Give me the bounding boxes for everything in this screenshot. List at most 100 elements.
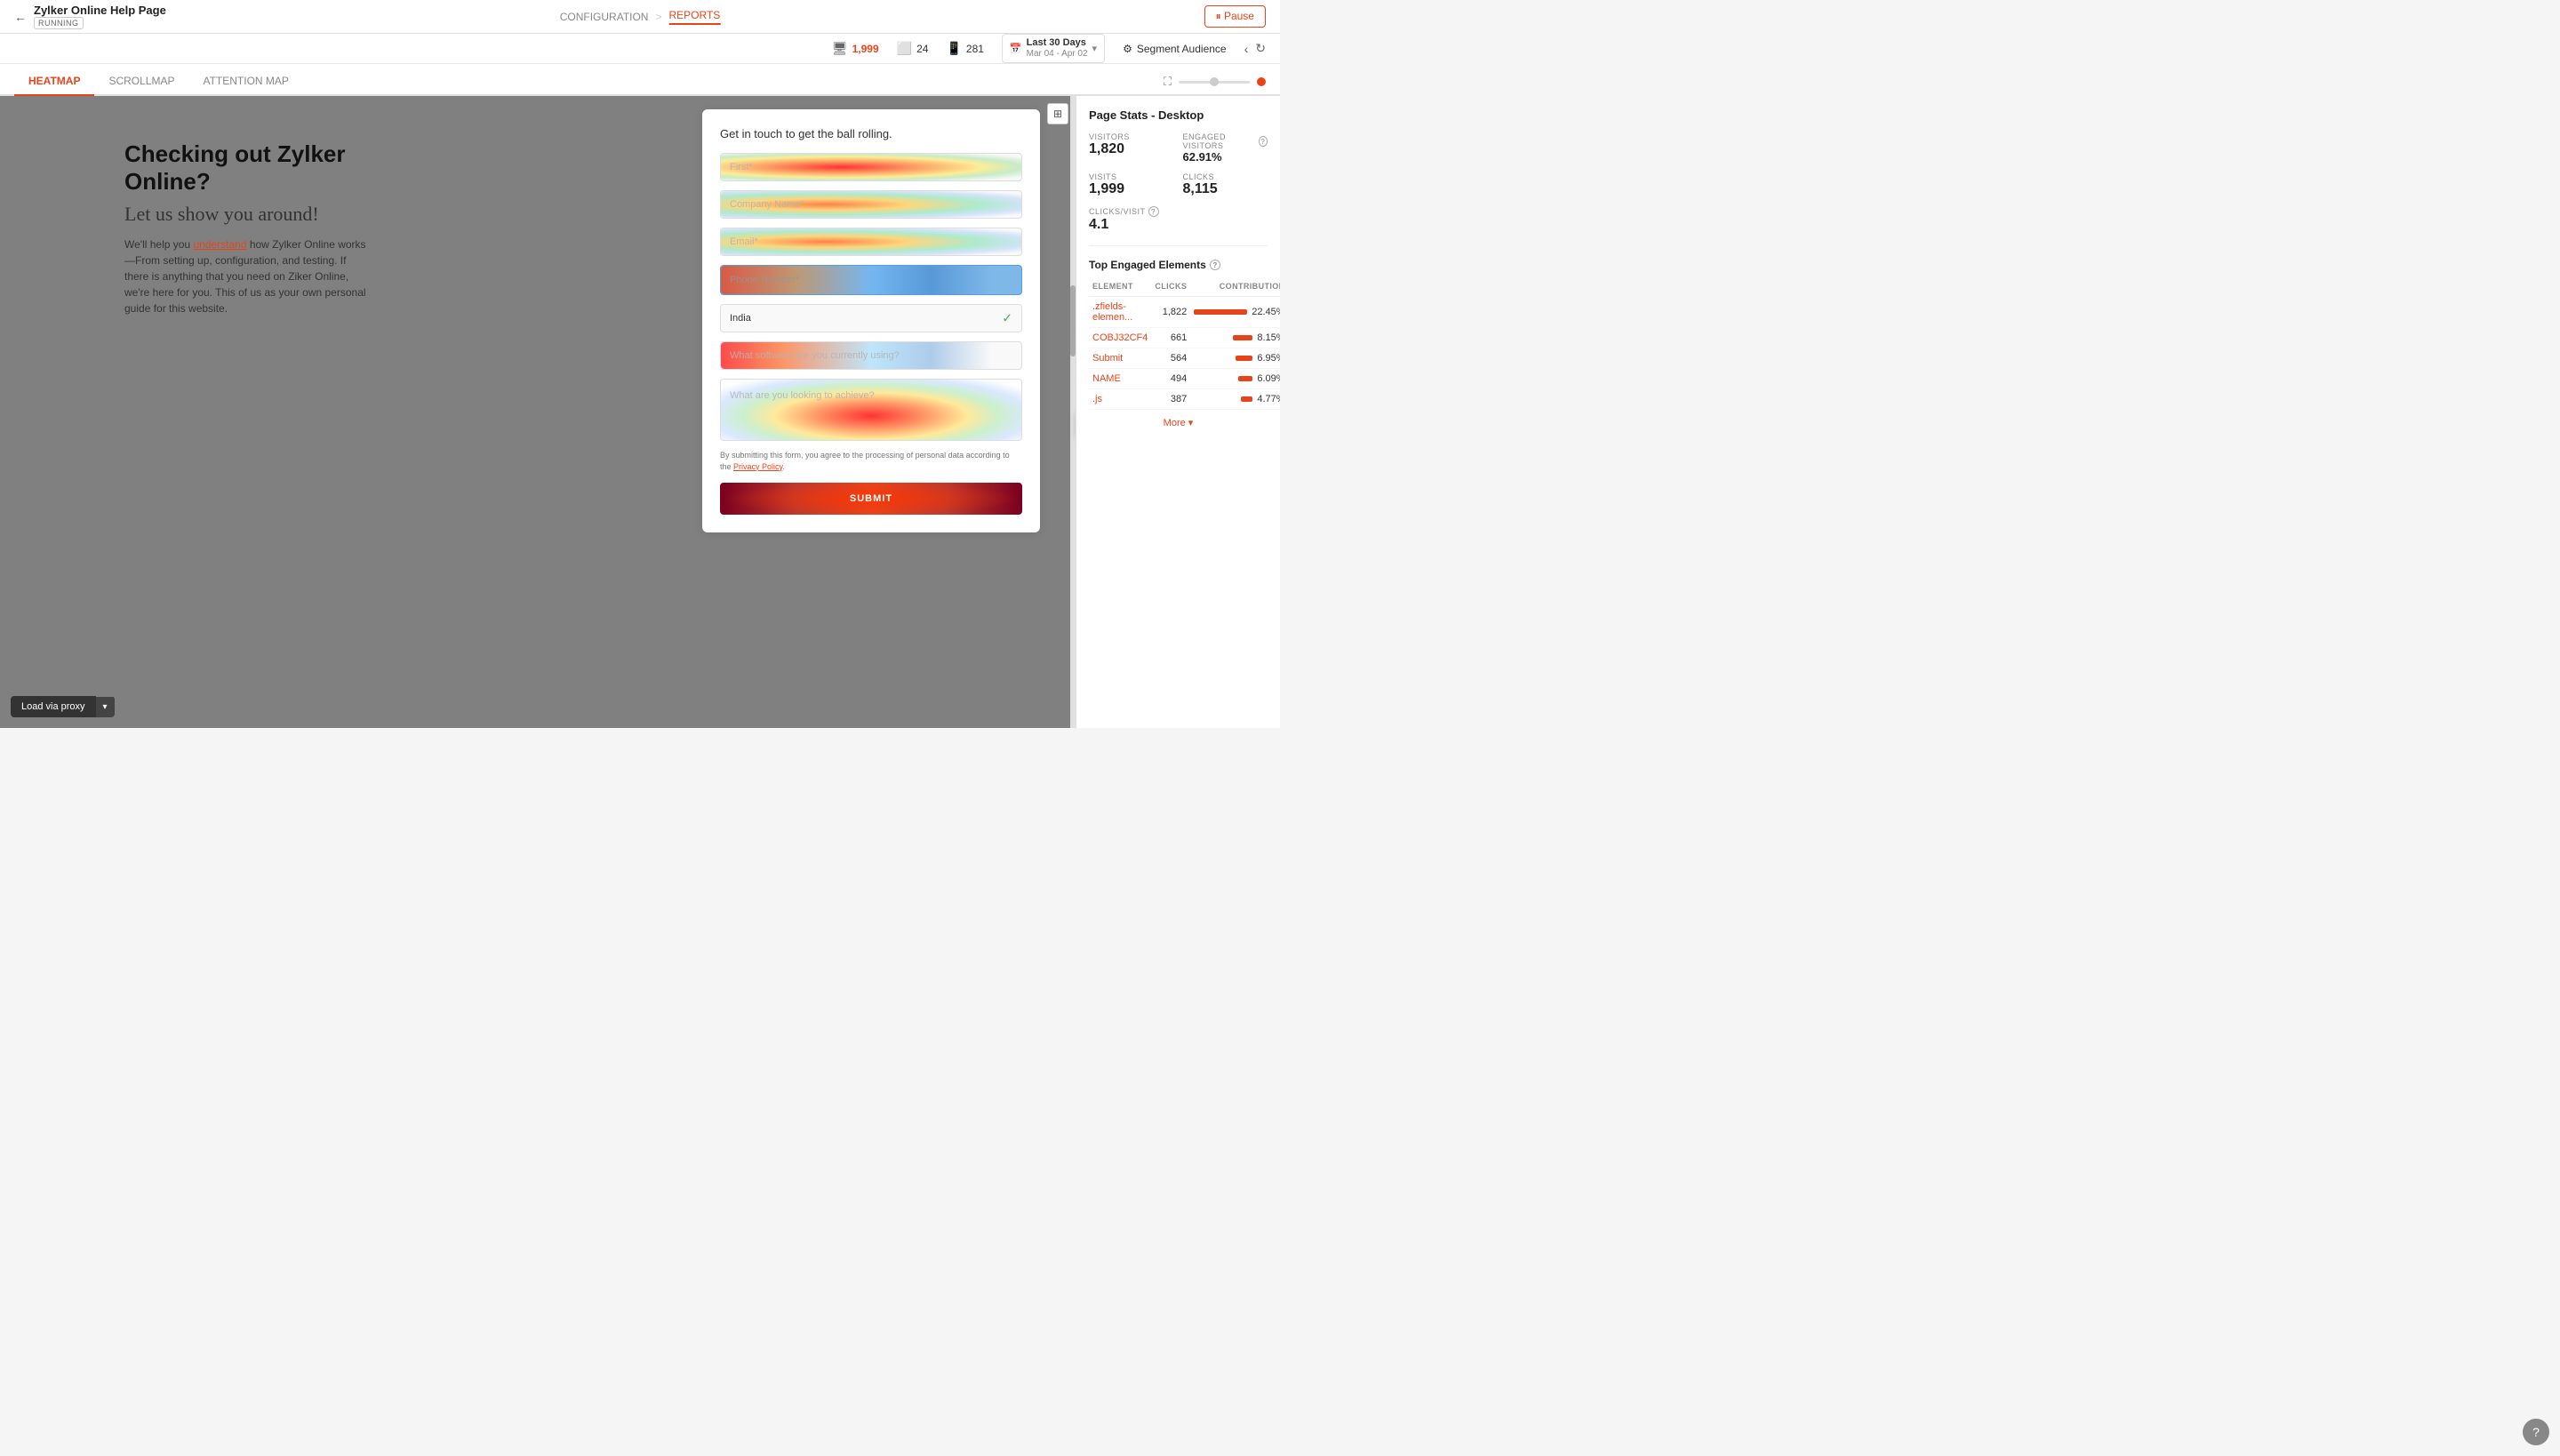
form-title: Get in touch to get the ball rolling. bbox=[720, 127, 1022, 140]
heatmap-overlay-firstname bbox=[721, 154, 1021, 180]
submit-button-area[interactable]: SUBMIT bbox=[720, 483, 1022, 515]
stat-engaged-visitors: ENGAGED VISITORS ? 62.91% bbox=[1183, 132, 1268, 164]
top-engaged-title: Top Engaged Elements ? bbox=[1089, 259, 1268, 271]
engaged-element-0[interactable]: .zfields-elemen... bbox=[1089, 297, 1151, 328]
engaged-clicks-1: 661 bbox=[1151, 328, 1190, 348]
engaged-clicks-3: 494 bbox=[1151, 369, 1190, 389]
stat-visits: VISITS 1,999 bbox=[1089, 172, 1174, 197]
engaged-element-2[interactable]: Submit bbox=[1089, 348, 1151, 369]
nav-prev-button[interactable]: ‹ bbox=[1244, 42, 1249, 56]
clicks-per-visit-help-icon[interactable]: ? bbox=[1148, 206, 1159, 217]
clicks-value: 8,115 bbox=[1183, 181, 1268, 197]
engaged-contribution-0: 22.45% bbox=[1190, 297, 1280, 328]
nav-configuration[interactable]: CONFIGURATION bbox=[560, 11, 649, 23]
form-field-achieve[interactable]: What are you looking to achieve? bbox=[720, 379, 1022, 441]
heatmap-overlay-email bbox=[721, 228, 1021, 255]
clicks-label: CLICKS bbox=[1183, 172, 1268, 181]
engaged-clicks-2: 564 bbox=[1151, 348, 1190, 369]
running-badge: RUNNING bbox=[34, 17, 84, 29]
calendar-icon: 📅 bbox=[1010, 43, 1022, 54]
tab-bar-right: ⛶ bbox=[1164, 75, 1266, 94]
contrib-pct-0: 22.45% bbox=[1252, 307, 1280, 317]
mobile-stat: 📱 281 bbox=[946, 41, 983, 56]
top-engaged-section: Top Engaged Elements ? ELEMENT CLICKS CO… bbox=[1089, 259, 1268, 428]
date-dropdown-icon: ▾ bbox=[1092, 43, 1098, 54]
nav-reports[interactable]: REPORTS bbox=[669, 9, 721, 25]
col-clicks: CLICKS bbox=[1151, 280, 1190, 297]
page-preview: ⊞ Checking out Zylker Online? Let us sho… bbox=[0, 96, 1076, 728]
page-left-content: Checking out Zylker Online? Let us show … bbox=[124, 140, 373, 316]
nav-refresh-button[interactable]: ↻ bbox=[1255, 41, 1266, 56]
segment-audience-button[interactable]: ⚙ Segment Audience bbox=[1123, 43, 1227, 55]
tab-attention-map[interactable]: ATTENTION MAP bbox=[188, 68, 302, 96]
more-link[interactable]: More ▾ bbox=[1089, 417, 1268, 428]
help-button[interactable]: ? bbox=[2523, 1419, 2549, 1445]
load-proxy-caret[interactable]: ▾ bbox=[96, 697, 115, 717]
load-proxy-label[interactable]: Load via proxy bbox=[11, 696, 96, 717]
form-field-company[interactable]: Company Name* bbox=[720, 190, 1022, 219]
visits-value: 1,999 bbox=[1089, 181, 1174, 197]
fullscreen-icon[interactable]: ⛶ bbox=[1164, 75, 1172, 89]
desktop-icon: 🖥 bbox=[832, 41, 848, 56]
form-field-email[interactable]: Email* bbox=[720, 228, 1022, 256]
contrib-pct-2: 6.95% bbox=[1257, 353, 1280, 364]
date-range-button[interactable]: 📅 Last 30 Days Mar 04 - Apr 02 ▾ bbox=[1002, 34, 1105, 63]
engaged-visitors-help-icon[interactable]: ? bbox=[1259, 136, 1268, 147]
privacy-policy-link[interactable]: Privacy Policy bbox=[733, 462, 782, 471]
stat-visitors: VISITORS 1,820 bbox=[1089, 132, 1174, 164]
engaged-element-1[interactable]: COBJ32CF4 bbox=[1089, 328, 1151, 348]
engaged-contribution-3: 6.09% bbox=[1190, 369, 1280, 389]
tab-bar: HEATMAP SCROLLMAP ATTENTION MAP ⛶ bbox=[0, 64, 1280, 96]
tablet-icon: ⬜ bbox=[897, 41, 912, 56]
engaged-clicks-0: 1,822 bbox=[1151, 297, 1190, 328]
engaged-element-3[interactable]: NAME bbox=[1089, 369, 1151, 389]
pause-button[interactable]: ⏸ Pause bbox=[1204, 5, 1266, 28]
zoom-controls bbox=[1179, 81, 1250, 84]
sidebar-title: Page Stats - Desktop bbox=[1089, 108, 1268, 122]
back-button[interactable]: ← bbox=[14, 10, 27, 24]
nav-icon-buttons: ‹ ↻ bbox=[1244, 41, 1266, 56]
scrollbar-thumb bbox=[1070, 285, 1076, 356]
col-contribution: CONTRIBUTION bbox=[1190, 280, 1280, 297]
right-sidebar: Page Stats - Desktop VISITORS 1,820 ENGA… bbox=[1076, 96, 1280, 728]
stat-clicks: CLICKS 8,115 bbox=[1183, 172, 1268, 197]
contrib-pct-1: 8.15% bbox=[1257, 332, 1280, 343]
tab-scrollmap[interactable]: SCROLLMAP bbox=[94, 68, 188, 96]
form-field-software[interactable]: What software are you currently using? bbox=[720, 341, 1022, 370]
segment-label: Segment Audience bbox=[1137, 43, 1227, 55]
submit-label: SUBMIT bbox=[850, 493, 892, 504]
engaged-element-4[interactable]: .js bbox=[1089, 389, 1151, 410]
heatmap-overlay-phone bbox=[721, 266, 1021, 294]
scrollbar[interactable] bbox=[1070, 96, 1076, 728]
col-element: ELEMENT bbox=[1089, 280, 1151, 297]
form-field-firstname[interactable]: First* bbox=[720, 153, 1022, 181]
nav-separator: > bbox=[655, 11, 661, 23]
engaged-contribution-1: 8.15% bbox=[1190, 328, 1280, 348]
clicks-per-visit-value: 4.1 bbox=[1089, 217, 1174, 233]
tablet-stat: ⬜ 24 bbox=[897, 41, 929, 56]
visits-label: VISITS bbox=[1089, 172, 1174, 181]
contrib-bar-0 bbox=[1194, 309, 1247, 315]
page-subheading: Let us show you around! bbox=[124, 203, 373, 226]
stats-bar: 🖥 1,999 ⬜ 24 📱 281 📅 Last 30 Days Mar 04… bbox=[0, 34, 1280, 64]
heatmap-overlay-software bbox=[721, 342, 1021, 369]
page-title-block: Zylker Online Help Page RUNNING bbox=[34, 4, 166, 29]
zoom-slider[interactable] bbox=[1179, 81, 1250, 84]
stats-section: VISITORS 1,820 ENGAGED VISITORS ? 62.91%… bbox=[1089, 132, 1268, 246]
engaged-contribution-4: 4.77% bbox=[1190, 389, 1280, 410]
date-range-sub: Mar 04 - Apr 02 bbox=[1027, 49, 1088, 60]
form-field-phone[interactable]: Phone Number* bbox=[720, 265, 1022, 295]
clicks-per-visit-label: CLICKS/VISIT ? bbox=[1089, 206, 1174, 217]
engaged-table-row: COBJ32CF4 661 8.15% bbox=[1089, 328, 1280, 348]
zoom-slider-thumb bbox=[1210, 77, 1219, 86]
nav-right: ⏸ Pause bbox=[1204, 5, 1266, 28]
tab-heatmap[interactable]: HEATMAP bbox=[14, 68, 94, 96]
engaged-table-row: Submit 564 6.95% bbox=[1089, 348, 1280, 369]
top-nav: ← Zylker Online Help Page RUNNING CONFIG… bbox=[0, 0, 1280, 34]
load-proxy-button[interactable]: Load via proxy ▾ bbox=[11, 696, 115, 717]
top-engaged-help-icon[interactable]: ? bbox=[1210, 260, 1220, 270]
engaged-table-row: NAME 494 6.09% bbox=[1089, 369, 1280, 389]
form-privacy-text: By submitting this form, you agree to th… bbox=[720, 450, 1022, 472]
expand-button[interactable]: ⊞ bbox=[1047, 103, 1068, 124]
form-field-country[interactable]: India ✓ bbox=[720, 304, 1022, 332]
